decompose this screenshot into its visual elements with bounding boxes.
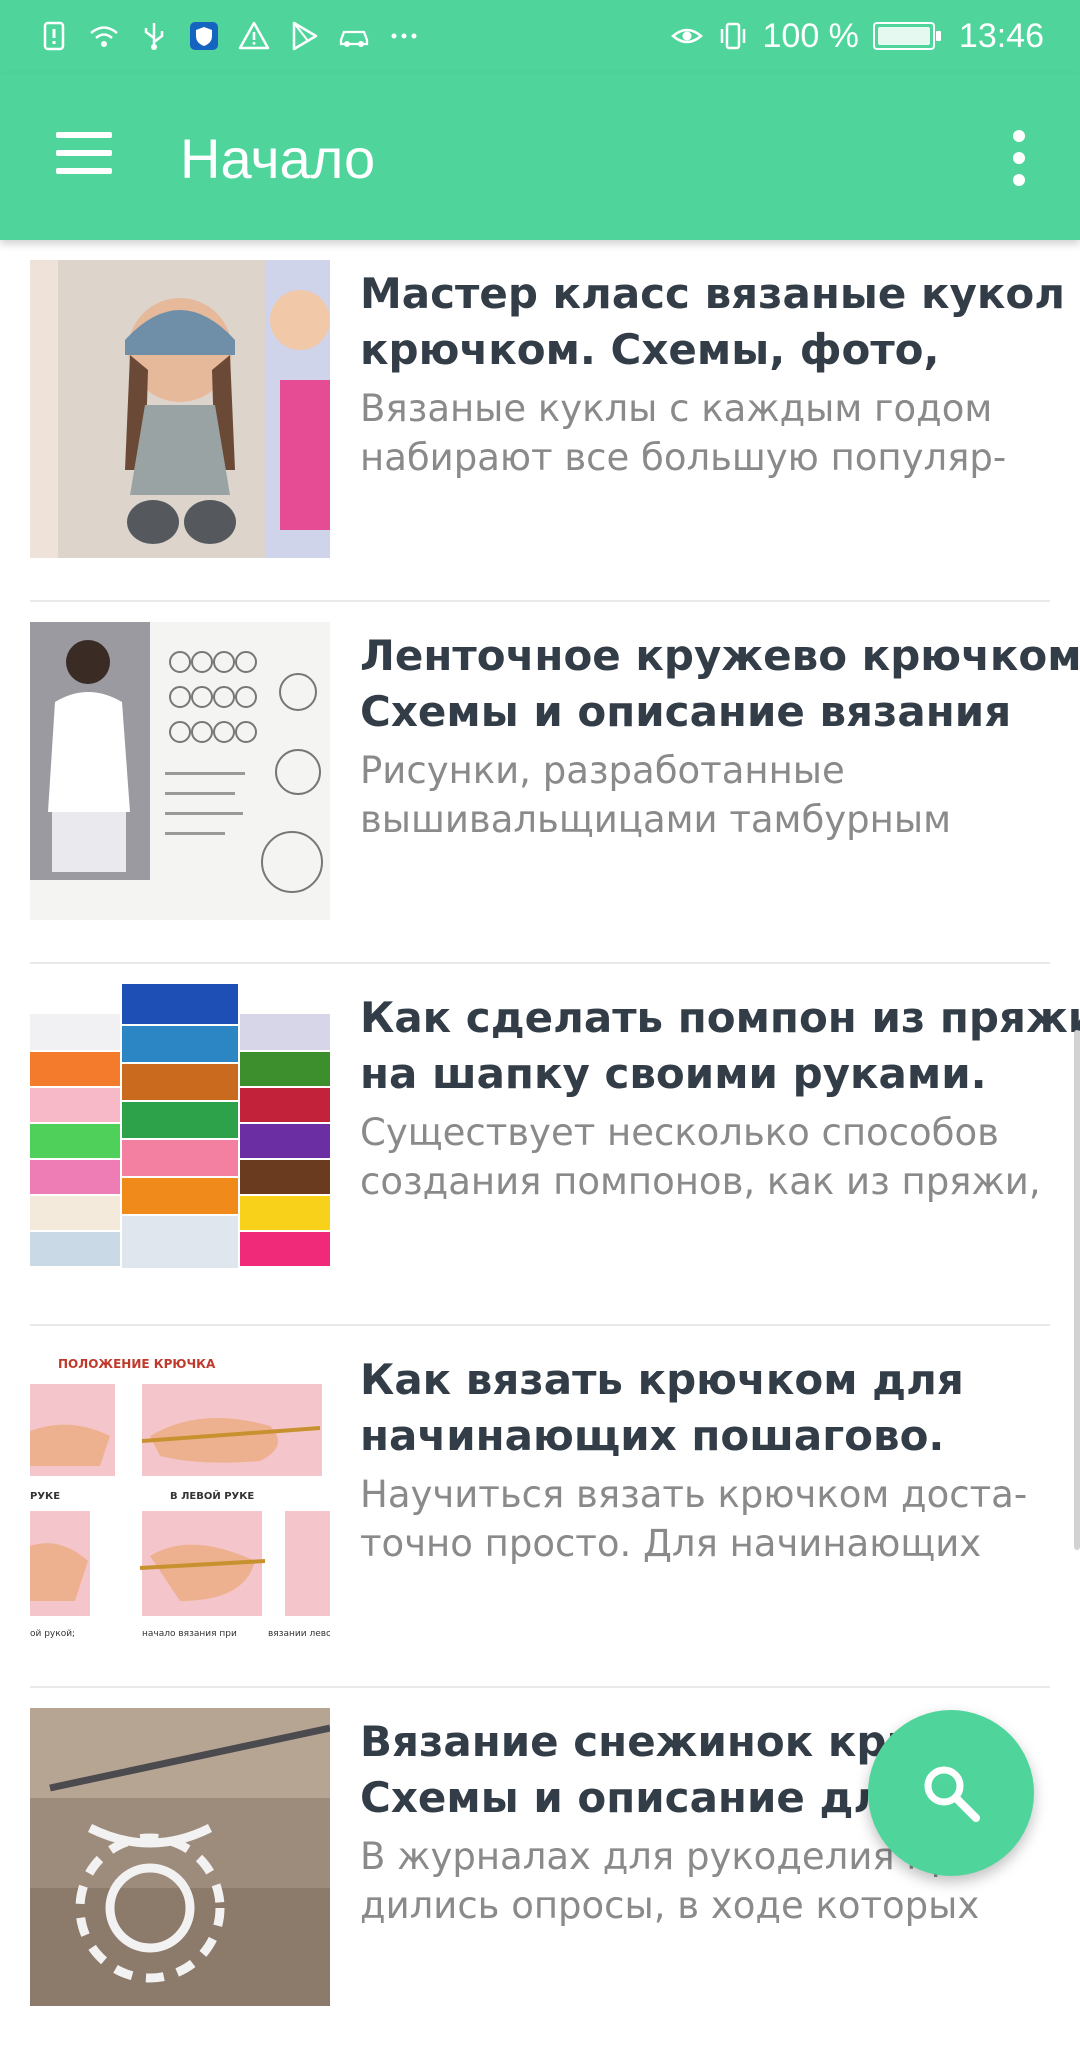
article-title: Как сделать помпон из пряжи на шапку сво… — [360, 993, 1080, 1098]
app-bar: Начало — [0, 74, 1080, 240]
thumb-caption: ой рукой; — [30, 1629, 75, 1639]
usb-icon — [138, 20, 170, 52]
play-store-icon — [288, 20, 320, 52]
warning-icon — [238, 20, 270, 52]
article-title: Мастер класс вязаные кукол крючком. Схем… — [360, 269, 1065, 374]
shield-icon — [188, 20, 220, 52]
system-indicators: 100 % 13:46 — [670, 16, 1044, 56]
search-icon — [924, 1766, 980, 1822]
eye-icon — [670, 20, 703, 52]
article-description: Научиться вязать крючком доста- точно пр… — [360, 1473, 1028, 1565]
menu-icon[interactable] — [40, 118, 124, 188]
thumb-caption: начало вязания при — [142, 1629, 237, 1639]
article-title: Как вязать крючком для начинающих пошаго… — [360, 1355, 964, 1460]
list-item[interactable]: Мастер класс вязаные кукол крючком. Схем… — [30, 240, 1065, 602]
list-item[interactable]: Ленточное кружево крючком. Схемы и описа… — [30, 602, 1080, 964]
wifi-icon — [88, 20, 120, 52]
list-item[interactable]: Как сделать помпон из пряжи на шапку сво… — [30, 964, 1080, 1326]
battery-icon — [872, 22, 941, 50]
notification-icons — [38, 16, 420, 56]
thumb-caption: ПОЛОЖЕНИЕ КРЮЧКА — [58, 1357, 216, 1371]
crochet-doll-image — [30, 260, 330, 558]
more-notifications-icon — [388, 20, 420, 52]
snowflake-crochet-image — [30, 1708, 330, 2006]
article-description: Рисунки, разработанные вышивальщицами та… — [360, 749, 951, 841]
vibrate-icon — [717, 20, 749, 52]
page-title: Начало — [180, 127, 376, 190]
thumb-caption: В ЛЕВОЙ РУКЕ — [170, 1489, 254, 1502]
lace-pattern-image — [30, 622, 330, 920]
thumb-caption: вязании левой — [268, 1629, 330, 1639]
car-icon — [338, 20, 370, 52]
crochet-hook-hands-image: ПОЛОЖЕНИЕ КРЮЧКА РУКЕ В ЛЕВОЙ РУКЕ ой ру… — [30, 1346, 330, 1644]
battery-percent: 100 % — [762, 16, 859, 55]
scrollbar[interactable] — [1074, 1030, 1080, 1550]
thumb-caption: РУКЕ — [30, 1491, 60, 1502]
article-description: Существует несколько способов создания п… — [360, 1111, 1041, 1203]
search-button[interactable] — [868, 1710, 1034, 1876]
alert-icon — [38, 20, 70, 52]
clock: 13:46 — [958, 16, 1044, 55]
ribbon-spools-image — [30, 984, 330, 1282]
list-item[interactable]: ПОЛОЖЕНИЕ КРЮЧКА РУКЕ В ЛЕВОЙ РУКЕ ой ру… — [30, 1326, 1050, 1688]
status-bar: 100 % 13:46 — [0, 0, 1080, 74]
article-description: Вязаные куклы с каждым годом набирают вс… — [360, 387, 1007, 479]
more-vert-icon[interactable] — [994, 118, 1044, 198]
article-title: Ленточное кружево крючком. Схемы и описа… — [360, 631, 1080, 736]
